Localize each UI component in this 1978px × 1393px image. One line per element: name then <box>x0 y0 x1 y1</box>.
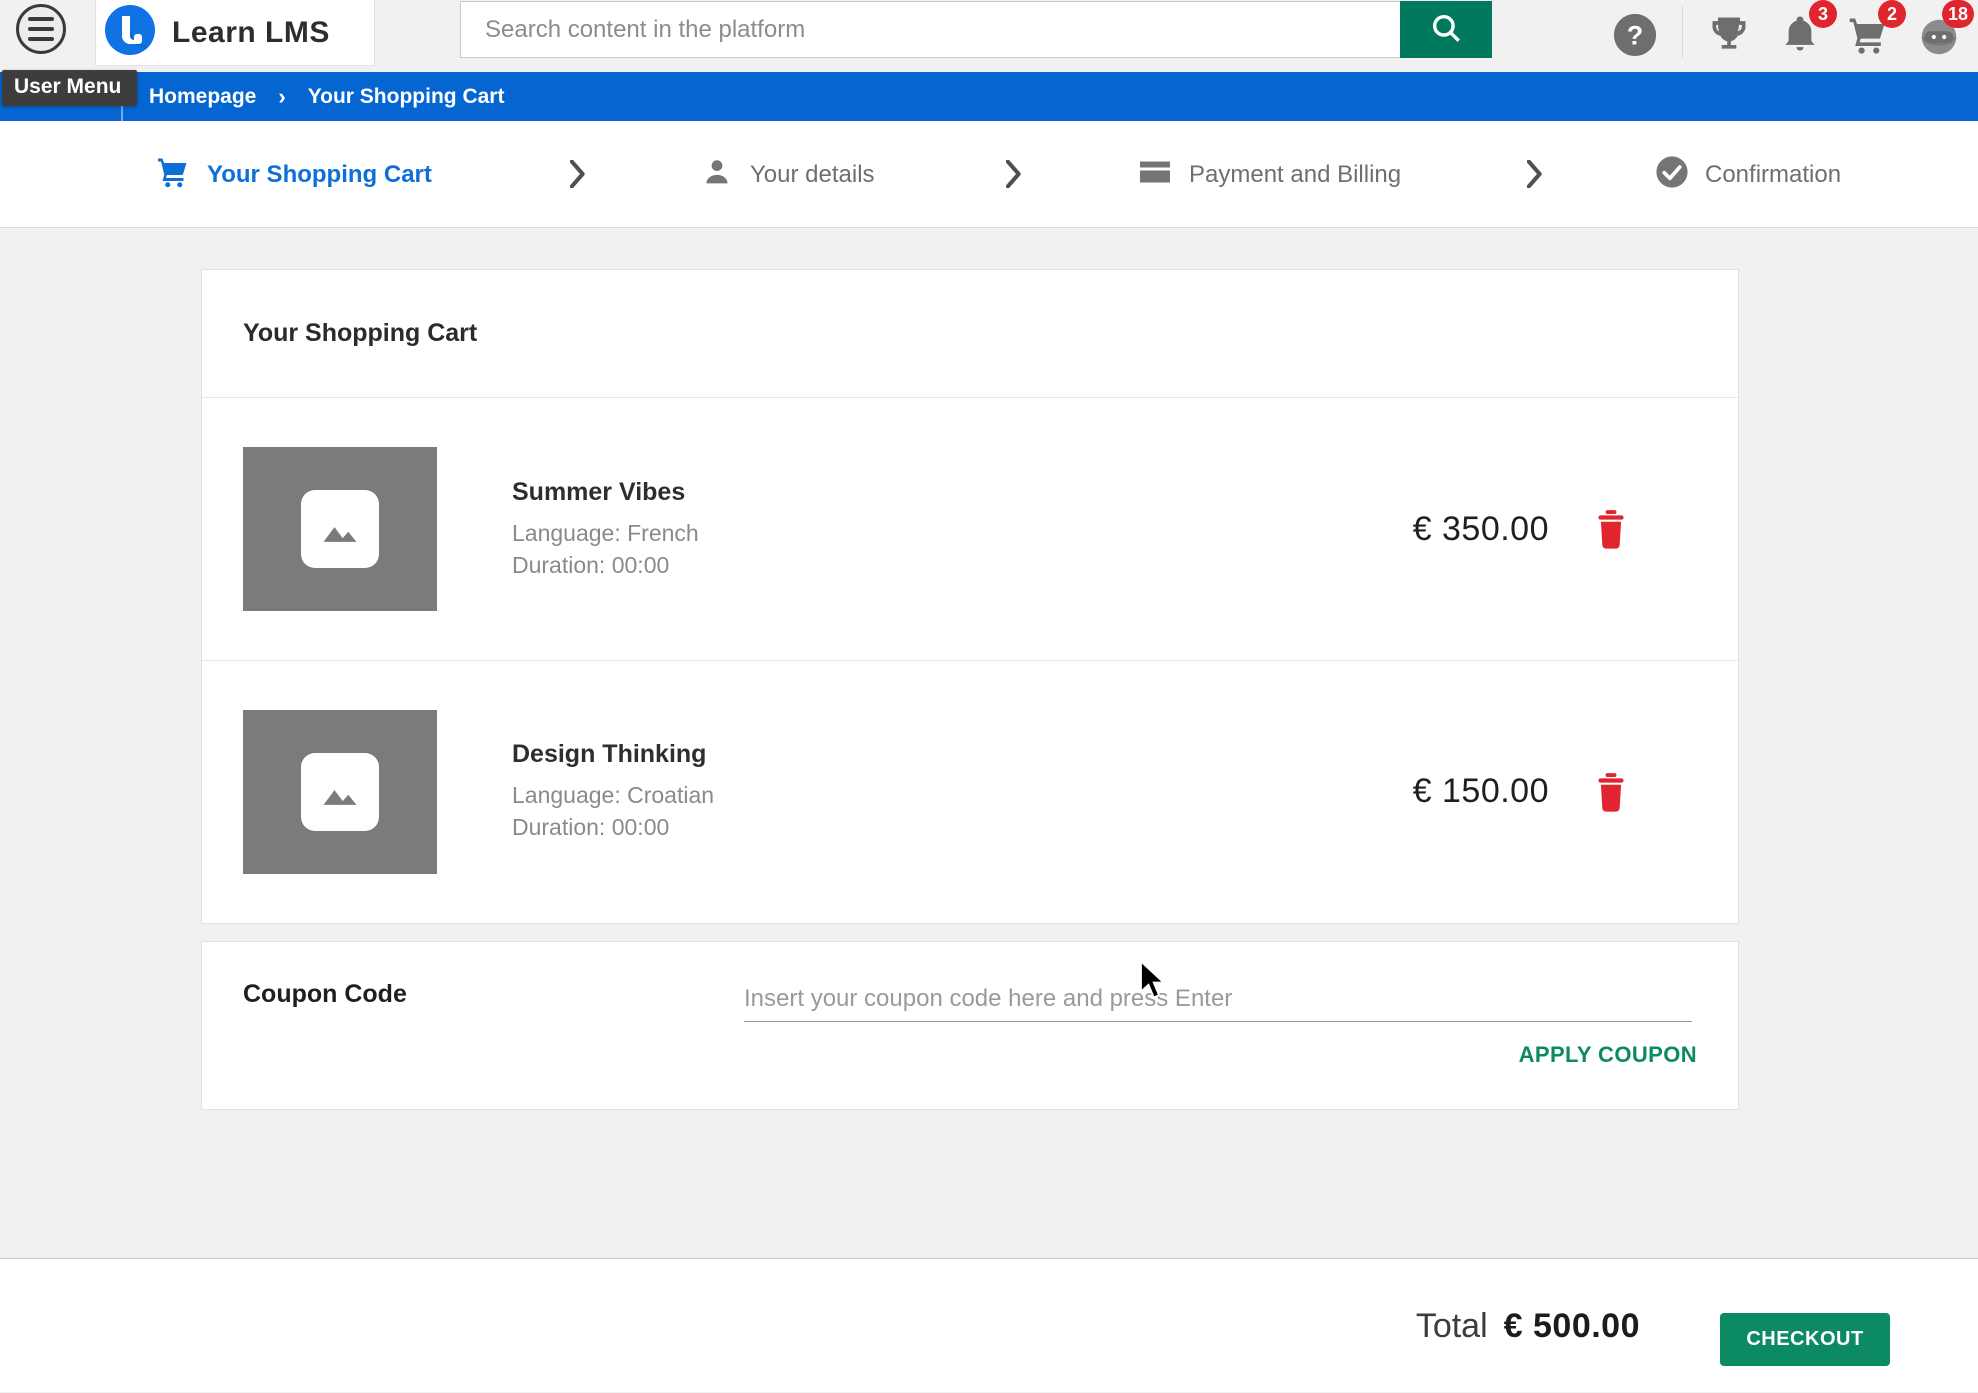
course-thumbnail <box>243 710 437 874</box>
user-badge: 18 <box>1942 0 1974 28</box>
help-icon[interactable]: ? <box>1612 12 1658 63</box>
svg-text:?: ? <box>1627 21 1643 51</box>
chevron-right-icon <box>570 160 586 193</box>
cart-card-title: Your Shopping Cart <box>202 270 1738 398</box>
coupon-title: Coupon Code <box>243 980 407 1009</box>
course-title: Design Thinking <box>512 740 714 769</box>
search-button[interactable] <box>1400 1 1492 58</box>
logo-icon <box>104 4 156 61</box>
step-payment-billing[interactable]: Payment and Billing <box>1137 121 1401 228</box>
checkout-footer: Total € 500.00 <box>0 1258 1978 1392</box>
shopping-cart-card: Your Shopping Cart Summer Vibes Language… <box>201 269 1739 924</box>
search-icon <box>1429 11 1463 48</box>
check-circle-icon <box>1655 155 1689 194</box>
search-input[interactable] <box>460 1 1400 58</box>
app-logo[interactable]: Learn LMS <box>95 0 375 66</box>
course-duration: Duration: 00:00 <box>512 549 699 581</box>
coupon-card: Coupon Code APPLY COUPON <box>201 941 1739 1110</box>
step-label: Your Shopping Cart <box>207 161 432 189</box>
person-icon <box>700 155 734 194</box>
step-label: Confirmation <box>1705 161 1841 189</box>
image-placeholder-icon <box>301 490 379 568</box>
delete-item-icon[interactable] <box>1593 772 1629 812</box>
notifications-badge: 3 <box>1809 0 1837 28</box>
top-header: Learn LMS ? 3 <box>0 0 1978 72</box>
course-thumbnail <box>243 447 437 611</box>
breadcrumb: Homepage › Your Shopping Cart <box>149 72 504 121</box>
menu-icon[interactable] <box>16 4 66 54</box>
coupon-input[interactable] <box>744 976 1692 1022</box>
apply-coupon-button[interactable]: APPLY COUPON <box>1519 1042 1697 1068</box>
trophy-icon[interactable] <box>1707 12 1751 61</box>
image-placeholder-icon <box>301 753 379 831</box>
breadcrumb-bar: ‹ Back Homepage › Your Shopping Cart <box>0 72 1978 121</box>
delete-item-icon[interactable] <box>1593 509 1629 549</box>
course-duration: Duration: 00:00 <box>512 811 714 843</box>
course-title: Summer Vibes <box>512 478 699 507</box>
user-menu-tooltip: User Menu <box>2 70 137 106</box>
cart-badge: 2 <box>1878 0 1906 28</box>
search-bar <box>460 1 1492 58</box>
chevron-right-icon <box>1006 160 1022 193</box>
step-label: Payment and Billing <box>1189 161 1401 189</box>
cart-item-row: Design Thinking Language: Croatian Durat… <box>202 660 1738 922</box>
total-label: Total <box>1416 1307 1488 1346</box>
course-price: € 350.00 <box>1413 510 1549 549</box>
course-price: € 150.00 <box>1413 772 1549 811</box>
breadcrumb-homepage[interactable]: Homepage <box>149 85 256 109</box>
course-language: Language: Croatian <box>512 779 714 811</box>
cart-item-row: Summer Vibes Language: French Duration: … <box>202 398 1738 660</box>
cart-step-icon <box>155 154 191 195</box>
step-your-details[interactable]: Your details <box>700 121 875 228</box>
step-confirmation[interactable]: Confirmation <box>1655 121 1841 228</box>
logo-text: Learn LMS <box>172 16 330 50</box>
step-label: Your details <box>750 161 875 189</box>
course-language: Language: French <box>512 517 699 549</box>
checkout-button[interactable]: CHECKOUT <box>1720 1313 1890 1366</box>
header-divider <box>1682 6 1683 58</box>
chevron-right-icon: › <box>278 84 285 110</box>
step-shopping-cart[interactable]: Your Shopping Cart <box>155 121 432 228</box>
credit-card-icon <box>1137 154 1173 195</box>
checkout-steps: Your Shopping Cart Your details Payment … <box>0 121 1978 228</box>
breadcrumb-current: Your Shopping Cart <box>308 85 505 109</box>
chevron-right-icon <box>1527 160 1543 193</box>
total-value: € 500.00 <box>1504 1307 1640 1346</box>
